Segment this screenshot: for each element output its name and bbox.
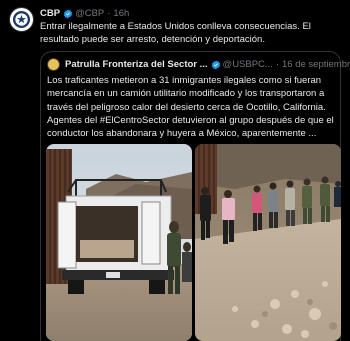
author-handle[interactable]: @CBP xyxy=(75,8,104,19)
quoted-post[interactable]: Patrulla Fronteriza del Sector ... @USBP… xyxy=(40,51,350,341)
utility-truck-image xyxy=(46,144,192,341)
post-text: Entrar ilegalmente a Estados Unidos conl… xyxy=(40,21,311,45)
post-header: CBP @CBP · 16h xyxy=(40,8,129,19)
quote-author-handle[interactable]: @USBPC... xyxy=(223,59,273,70)
quote-header: Patrulla Fronteriza del Sector ... @USBP… xyxy=(47,58,350,71)
cbp-avatar[interactable] xyxy=(9,7,34,32)
migrants-group-image xyxy=(195,144,341,341)
dot-separator: · xyxy=(275,59,280,70)
verified-badge-icon xyxy=(63,8,73,19)
verified-badge-icon xyxy=(211,59,220,70)
author-name[interactable]: CBP xyxy=(40,8,60,19)
quote-avatar[interactable] xyxy=(47,58,60,71)
post-card[interactable]: CBP @CBP · 16h Entrar ilegalmente a Esta… xyxy=(0,0,350,341)
quote-date[interactable]: 16 de septiembre xyxy=(282,59,350,70)
photo-migrants-group[interactable] xyxy=(195,144,341,341)
quote-text: Los traficantes metieron a 31 inmigrante… xyxy=(47,75,334,140)
photo-utility-truck[interactable] xyxy=(46,144,192,341)
post-time[interactable]: 16h xyxy=(113,8,129,19)
cbp-seal-icon xyxy=(12,10,31,29)
quote-author-name[interactable]: Patrulla Fronteriza del Sector ... xyxy=(65,59,208,70)
dot-separator: · xyxy=(107,8,111,19)
